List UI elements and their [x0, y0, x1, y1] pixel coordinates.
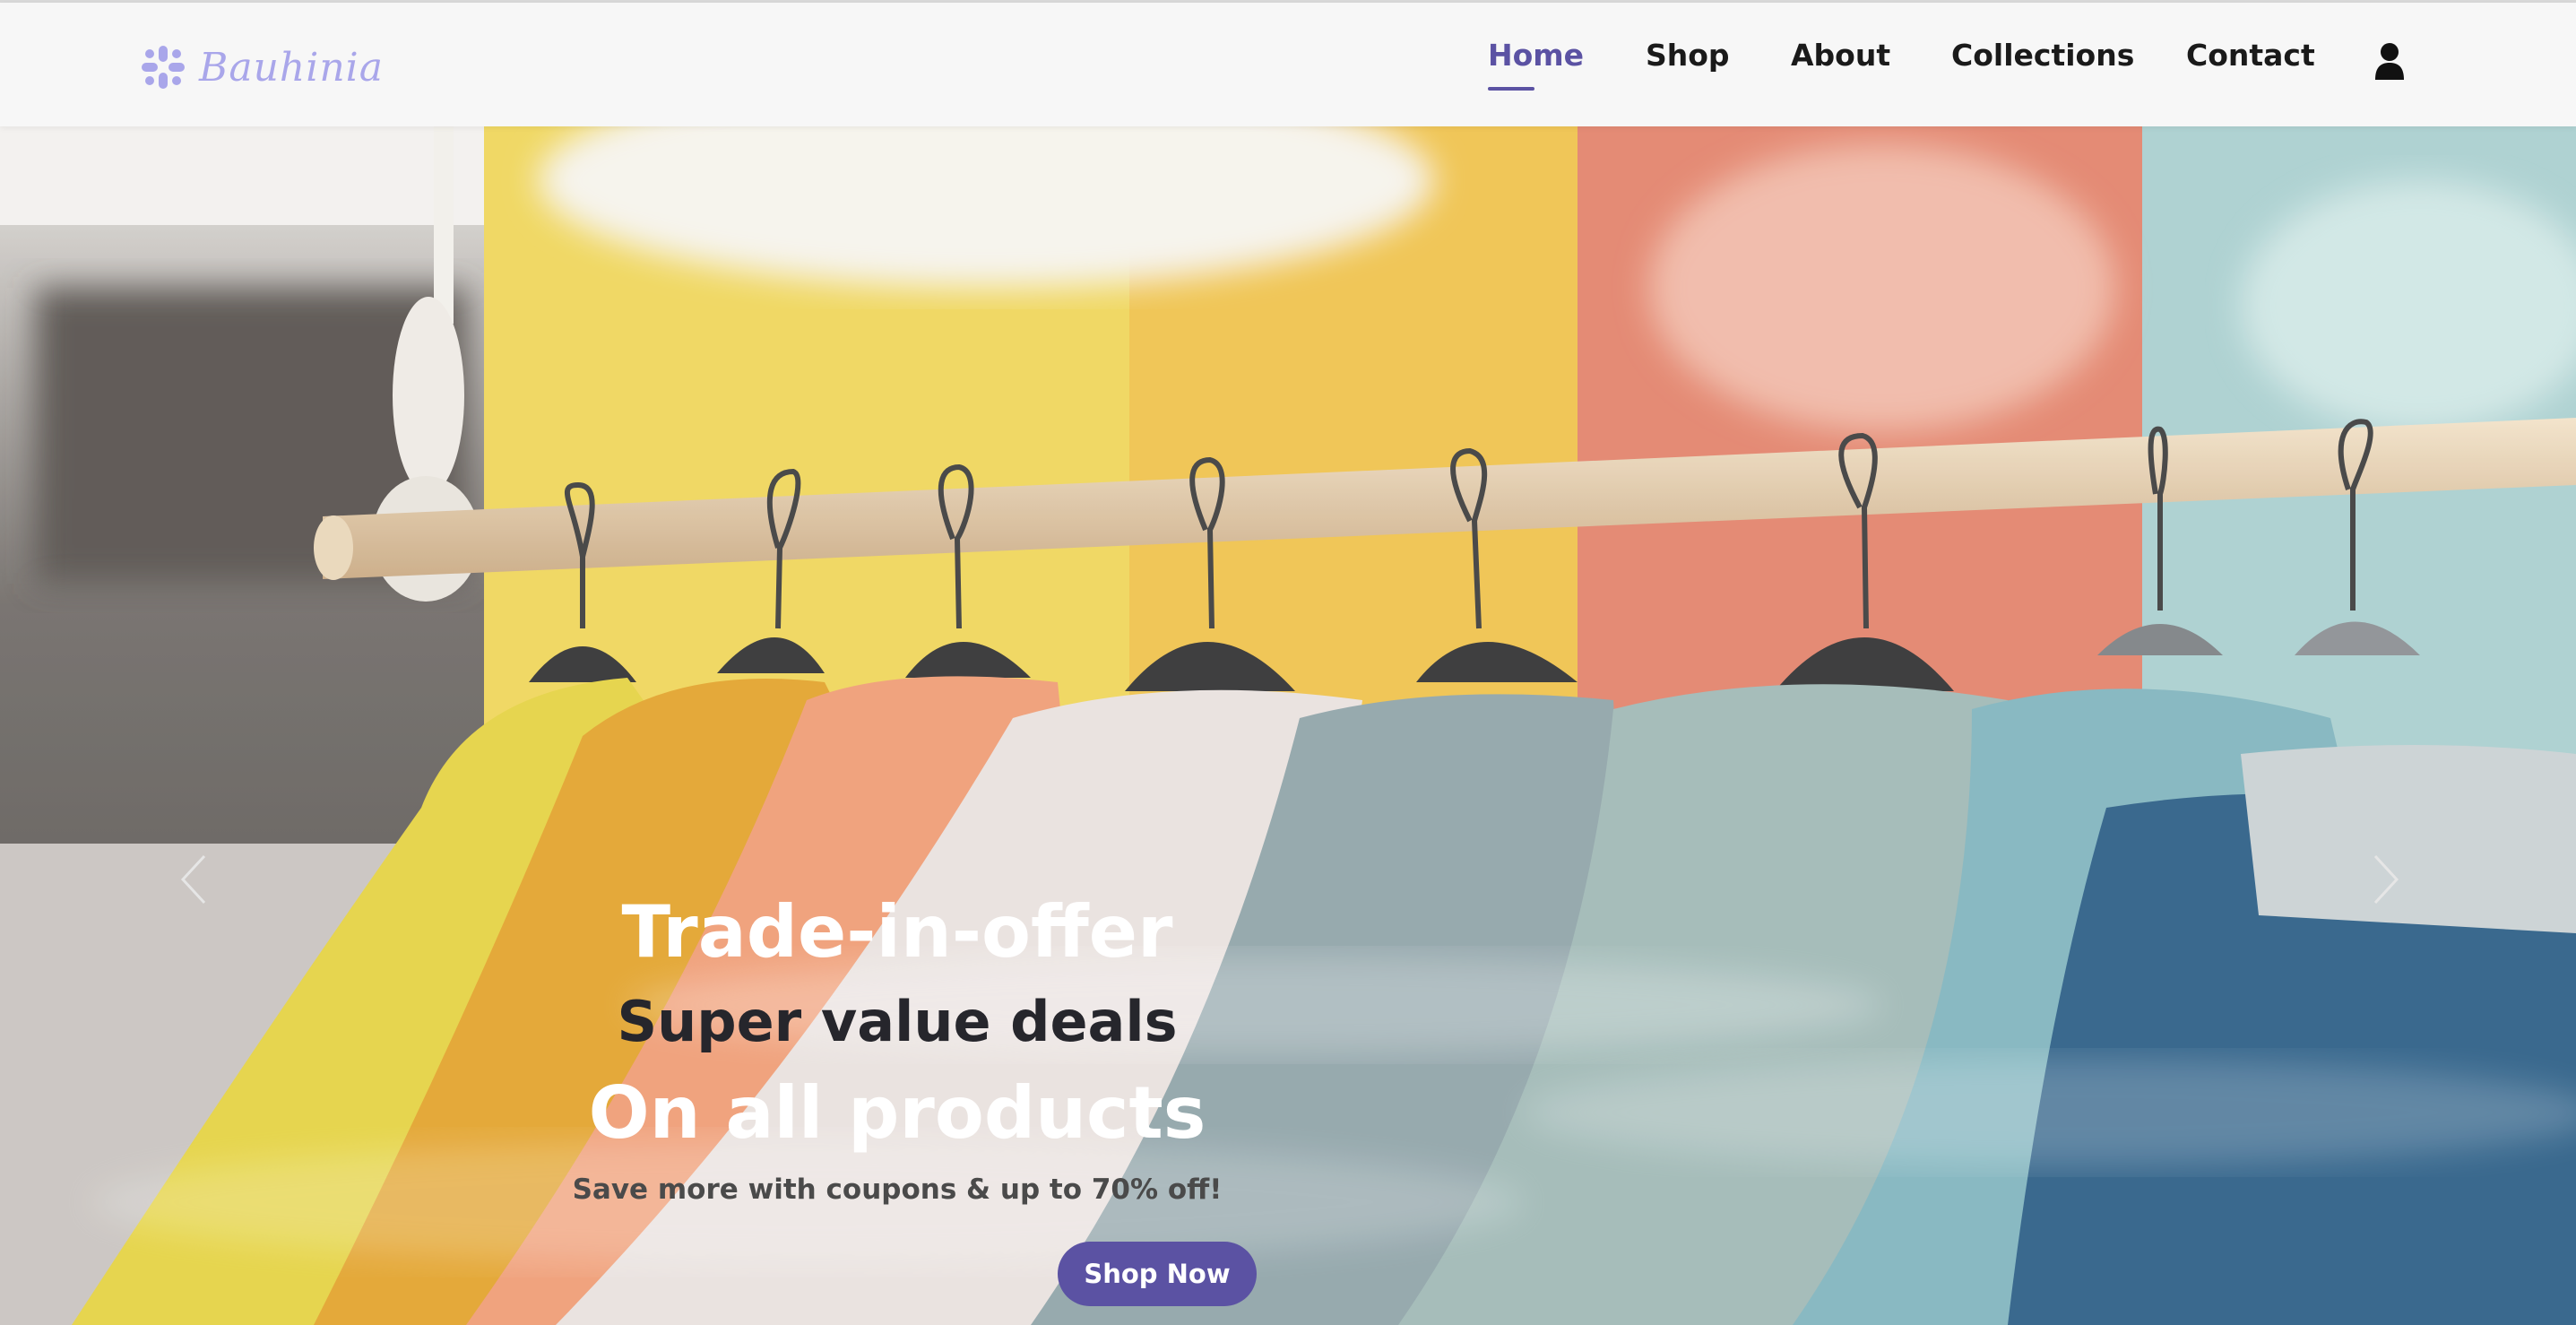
- hero-subheadline: On all products: [588, 1071, 1206, 1155]
- nav-item-about[interactable]: About: [1791, 38, 1890, 73]
- hero-headline: Super value deals: [617, 989, 1178, 1054]
- user-icon[interactable]: [2373, 42, 2406, 80]
- hero-carousel: Trade-in-offer Super value deals On all …: [0, 126, 2576, 1325]
- hero-eyebrow: Trade-in-offer: [621, 890, 1173, 974]
- nav-item-collections[interactable]: Collections: [1951, 38, 2134, 73]
- shop-now-button[interactable]: Shop Now: [1058, 1242, 1257, 1306]
- chevron-right-icon[interactable]: [2368, 853, 2404, 906]
- brand-logo[interactable]: Bauhinia: [140, 40, 384, 94]
- nav-item-shop[interactable]: Shop: [1646, 38, 1730, 73]
- hero-tagline: Save more with coupons & up to 70% off!: [572, 1173, 1223, 1206]
- flower-logo-icon: [142, 46, 185, 89]
- nav-item-contact[interactable]: Contact: [2186, 38, 2315, 73]
- active-nav-indicator: [1488, 87, 1534, 91]
- nav-item-home[interactable]: Home: [1488, 38, 1584, 73]
- site-header: Bauhinia Home Shop About Collections Con…: [0, 3, 2576, 126]
- brand-name: Bauhinia: [199, 44, 384, 91]
